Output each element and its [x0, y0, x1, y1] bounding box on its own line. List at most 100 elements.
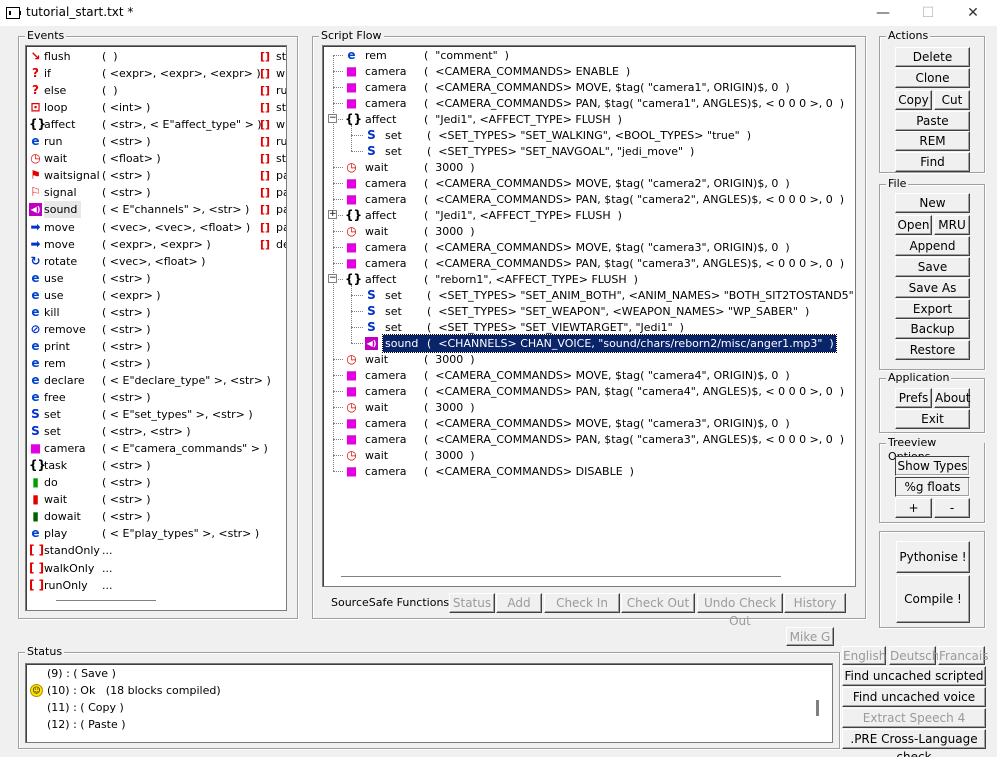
event-item[interactable]: ⊡ loop ( <int> ) [] st — [26, 99, 286, 116]
events-list[interactable]: ↘ flush ( ) [] st? if ( <expr>, <expr>, <expr>… — [25, 45, 287, 611]
find-uncached-voice-button[interactable]: Find uncached voice files — [842, 687, 986, 722]
save-as-button[interactable]: Save As — [895, 278, 970, 298]
save-button[interactable]: Save — [895, 257, 970, 277]
event-item[interactable]: ▮ do ( <str> ) — [26, 474, 286, 491]
show-types-toggle[interactable]: Show Types — [895, 456, 970, 476]
sourcesafe-status-button[interactable]: Status — [449, 593, 495, 613]
delete-button[interactable]: Delete — [895, 47, 970, 67]
event-item[interactable]: {} affect ( <str>, < E"affect_type" > )[] w — [26, 116, 286, 133]
event-name: move — [44, 237, 75, 251]
exit-button[interactable]: Exit — [895, 409, 970, 429]
script-args: ( <CAMERA_COMMANDS> MOVE, $tag( "camera2… — [424, 177, 790, 190]
backup-button[interactable]: Backup — [895, 319, 970, 339]
script-cmd: sound — [385, 337, 419, 350]
event-item[interactable]: ➡move ( <expr>, <expr> ) [] de — [26, 236, 286, 253]
event-item[interactable]: [ ] walkOnly... — [26, 560, 286, 577]
english-button[interactable]: English — [842, 646, 886, 665]
event-item[interactable]: e use ( <expr> ) — [26, 287, 286, 304]
event-args: ( <str> ) — [102, 271, 151, 285]
event-bracket-icon: [] — [260, 84, 271, 98]
cut-button[interactable]: Cut — [934, 90, 970, 110]
event-item[interactable]: ↘ flush ( ) [] st — [26, 48, 286, 65]
export-button[interactable]: Export — [895, 299, 970, 319]
expand-all-button[interactable]: + — [895, 498, 932, 518]
append-button[interactable]: Append — [895, 236, 970, 256]
camera-icon: ■ — [345, 384, 358, 398]
sourcesafe-undo-check-out-button[interactable]: Undo Check Out — [697, 593, 783, 628]
event-item[interactable]: ⊘ remove ( <str> ) — [26, 321, 286, 338]
find-uncached-audio-button[interactable]: Find uncached scripted audio — [842, 666, 986, 701]
event-item[interactable]: [ ] runOnly... — [26, 577, 286, 594]
collapse-icon[interactable]: − — [328, 274, 337, 283]
minimize-button[interactable]: — — [860, 0, 906, 26]
script-tree[interactable]: − + − e rem ( "comment" ) ■ camera ( <CAMERA_CO… — [322, 45, 856, 587]
event-args: ( <float> ) — [102, 152, 161, 166]
event-item[interactable]: e run ( <str> ) [] ru — [26, 133, 286, 150]
find-button[interactable]: Find — [895, 152, 970, 172]
deutsch-button[interactable]: Deutsch — [889, 646, 939, 665]
event-item[interactable]: ▮ wait ( <str> ) — [26, 491, 286, 508]
restore-button[interactable]: Restore — [895, 340, 970, 360]
event-item[interactable]: e free ( <str> ) — [26, 389, 286, 406]
event-item[interactable]: ■ camera ( < E"camera_commands" > ) — [26, 440, 286, 457]
sourcesafe-check-in-button[interactable]: Check In — [544, 593, 620, 613]
event-item[interactable]: ➡move ( <vec>, <vec>, <float> ) [] pa — [26, 219, 286, 236]
open-button[interactable]: Open — [895, 215, 932, 235]
event-item[interactable]: e rem ( <str> ) — [26, 355, 286, 372]
script-horizontal-scrollbar[interactable] — [341, 576, 781, 577]
mike-g-button[interactable]: Mike G — [786, 627, 834, 646]
sourcesafe-add-button[interactable]: Add — [496, 593, 542, 613]
close-button[interactable]: ✕ — [950, 0, 996, 26]
event-item[interactable]: e play ( < E"play_types" >, <str> ) — [26, 525, 286, 542]
about-button[interactable]: About — [934, 388, 970, 408]
status-log[interactable]: (9) : ( Save ) ☺ (10) : Ok (18 blocks comp… — [25, 663, 833, 743]
status-scrollbar[interactable] — [816, 700, 819, 716]
g-floats-toggle[interactable]: %g floats — [895, 477, 970, 497]
question-icon: ? — [32, 66, 39, 81]
braces-icon: {} — [29, 117, 47, 132]
script-cmd: camera — [365, 241, 407, 254]
event-bracket-icon: [] — [260, 118, 271, 132]
collapse-icon[interactable]: − — [328, 114, 337, 123]
paste-button[interactable]: Paste — [895, 111, 970, 131]
copy-button[interactable]: Copy — [895, 90, 932, 110]
extract-speech-button[interactable]: Extract Speech 4 translation — [842, 708, 986, 743]
clone-button[interactable]: Clone — [895, 68, 970, 88]
event-item[interactable]: Sset ( < E"set_types" >, <str> ) — [26, 406, 286, 423]
event-item[interactable]: e print ( <str> ) — [26, 338, 286, 355]
event-item[interactable]: ⚐signal ( <str> ) [] pa — [26, 184, 286, 201]
rem-button[interactable]: REM — [895, 131, 970, 151]
prefs-button[interactable]: Prefs — [895, 388, 932, 408]
event-item[interactable]: ? else ( ) [] ru — [26, 82, 286, 99]
event-name: kill — [44, 305, 60, 319]
collapse-all-button[interactable]: - — [934, 498, 970, 518]
sourcesafe-history-button[interactable]: History — [784, 593, 846, 613]
script-item-text: camera ( <CAMERA_COMMANDS> MOVE, $tag( "c… — [363, 367, 792, 384]
event-item[interactable]: e use ( <str> ) — [26, 270, 286, 287]
mru-button[interactable]: MRU — [934, 215, 970, 235]
pythonise-button[interactable]: Pythonise ! — [896, 541, 970, 573]
event-item[interactable]: ◀)sound ( < E"channels" >, <str> ) [] pa — [26, 201, 286, 219]
event-item[interactable]: ? if ( <expr>, <expr>, <expr> )[] w — [26, 65, 286, 82]
francais-button[interactable]: Francais — [938, 646, 988, 665]
event-item[interactable]: ⚑waitsignal( <str> ) [] pa — [26, 167, 286, 184]
event-item[interactable]: e declare ( < E"declare_type" >, <str> ) — [26, 372, 286, 389]
expand-icon[interactable]: + — [328, 210, 337, 219]
pre-cross-language-button[interactable]: .PRE Cross-Language check — [842, 729, 986, 757]
new-button[interactable]: New — [895, 193, 970, 213]
event-item[interactable]: {} task ( <str> ) — [26, 457, 286, 474]
script-item-text: affect ( "Jedi1", <AFFECT_TYPE> FLUSH ) — [363, 111, 624, 128]
event-item[interactable]: Sset ( <str>, <str> ) — [26, 423, 286, 440]
event-item[interactable]: ◷ wait ( <float> ) [] st — [26, 150, 286, 167]
event-item[interactable]: ▮ dowait ( <str> ) — [26, 508, 286, 525]
event-item[interactable]: [ ] standOnly... — [26, 542, 286, 559]
e-icon: e — [347, 48, 356, 62]
event-item[interactable]: ↻ rotate ( <vec>, <float> ) — [26, 253, 286, 270]
compile-button[interactable]: Compile ! — [896, 575, 970, 623]
event-item[interactable]: e kill ( <str> ) — [26, 304, 286, 321]
clock-icon: ◷ — [30, 151, 41, 166]
sourcesafe-check-out-button[interactable]: Check Out — [621, 593, 695, 613]
event-name: standOnly — [44, 544, 100, 558]
events-horizontal-scrollbar[interactable] — [56, 600, 156, 601]
maximize-button[interactable]: ☐ — [905, 0, 951, 26]
